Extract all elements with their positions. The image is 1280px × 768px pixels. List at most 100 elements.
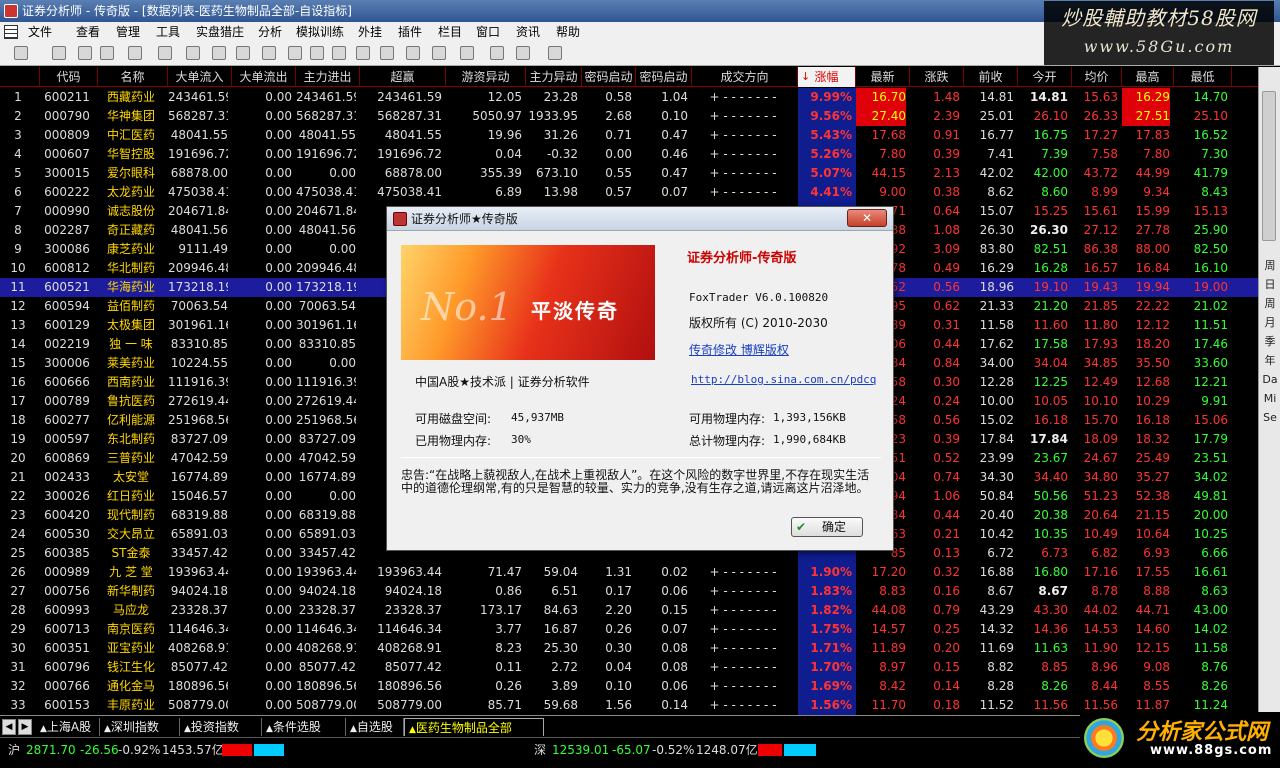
column-header[interactable]: 最新	[856, 67, 910, 87]
menu-item[interactable]: 工具	[156, 22, 180, 42]
table-row[interactable]: 27 000756 新华制药 94024.18 0.00 94024.18 94024.18…	[0, 582, 1258, 601]
sidebar-scroll-thumb[interactable]	[1262, 91, 1276, 241]
eraser-icon[interactable]	[516, 46, 530, 60]
column-header[interactable]: 最高	[1122, 67, 1174, 87]
candle-icon-2[interactable]	[380, 46, 394, 60]
sidebar-period-item[interactable]: Se	[1259, 409, 1280, 427]
power-icon[interactable]	[128, 46, 142, 60]
menu-item[interactable]: 外挂	[358, 22, 382, 42]
column-header[interactable]: 前收	[964, 67, 1018, 87]
trade-direction: + - - - - - - -	[709, 147, 777, 161]
sidebar-period-item[interactable]: 年	[1259, 352, 1280, 370]
column-header[interactable]	[0, 67, 40, 87]
menu-item[interactable]: 实盘猎庄	[196, 22, 244, 42]
sheet-tab[interactable]: ▲深圳指数	[100, 718, 180, 736]
ok-button[interactable]: ✔ 确定	[791, 517, 863, 537]
column-header[interactable]: 最低	[1174, 67, 1232, 87]
big-inflow: 23328.37	[170, 603, 228, 617]
table-row[interactable]: 26 000989 九 芝 堂 193963.44 0.00 193963.44 19396…	[0, 563, 1258, 582]
sheet-tab[interactable]: ▲自选股	[346, 718, 404, 736]
table-row[interactable]: 30 600351 亚宝药业 408268.91 0.00 408268.91 408268…	[0, 639, 1258, 658]
sidebar-period-item[interactable]: 周	[1259, 257, 1280, 275]
modifier-link[interactable]: 传奇修改 博辉版权	[689, 341, 789, 358]
sidebar-period-item[interactable]: Da	[1259, 371, 1280, 389]
table-row[interactable]: 33 600153 丰原药业 508779.00 0.00 508779.00 508779…	[0, 696, 1258, 715]
open-icon[interactable]	[14, 46, 28, 60]
table-row[interactable]: 32 000766 通化金马 180896.56 0.00 180896.56 180896…	[0, 677, 1258, 696]
blog-url-link[interactable]: http://blog.sina.com.cn/pdcq	[691, 373, 876, 386]
menu-item[interactable]: 插件	[398, 22, 422, 42]
tab-scroll-right-button[interactable]: ▶	[18, 719, 32, 735]
pen-icon[interactable]	[100, 46, 114, 60]
sheet-tab[interactable]: ▲投资指数	[180, 718, 262, 736]
sidebar-period-item[interactable]: 月	[1259, 314, 1280, 332]
text-icon[interactable]	[490, 46, 504, 60]
big-inflow: 209946.48	[168, 261, 228, 275]
menu-item[interactable]: 文件	[28, 22, 52, 42]
table-row[interactable]: 1 600211 西藏药业 243461.59 0.00 243461.59 243461.…	[0, 88, 1258, 107]
column-header[interactable]: 涨跌	[910, 67, 964, 87]
menu-item[interactable]: 栏目	[438, 22, 462, 42]
menu-item[interactable]: 资讯	[516, 22, 540, 42]
color-icon[interactable]	[236, 46, 250, 60]
table-row[interactable]: 2 000790 华神集团 568287.31 0.00 568287.31 568287.…	[0, 107, 1258, 126]
menu-item[interactable]: 管理	[116, 22, 140, 42]
sidebar-period-item[interactable]: 季	[1259, 333, 1280, 351]
column-header[interactable]: 代码	[40, 67, 98, 87]
column-header[interactable]: 密码启动	[582, 67, 636, 87]
grid-icon[interactable]	[332, 46, 346, 60]
home-icon[interactable]	[288, 46, 302, 60]
column-header[interactable]: 主力进出	[296, 67, 360, 87]
menu-grid-icon[interactable]	[4, 25, 18, 39]
app-icon[interactable]	[4, 4, 18, 18]
menu-item[interactable]: 帮助	[556, 22, 580, 42]
line-icon[interactable]	[460, 46, 474, 60]
table-row[interactable]: 31 600796 钱江生化 85077.42 0.00 85077.42 85077.42…	[0, 658, 1258, 677]
tab-scroll-left-button[interactable]: ◀	[2, 719, 16, 735]
dialog-close-button[interactable]: ✕	[847, 209, 887, 227]
compare-icon[interactable]	[158, 46, 172, 60]
column-header[interactable]: 均价	[1072, 67, 1122, 87]
stop-icon[interactable]	[212, 46, 226, 60]
menu-item[interactable]: 模拟训练	[296, 22, 344, 42]
row-index: 11	[10, 280, 26, 294]
column-header[interactable]: 大单流出	[232, 67, 296, 87]
menu-item[interactable]: 查看	[76, 22, 100, 42]
big-outflow: 0.00	[265, 128, 292, 142]
sheet-tab[interactable]: ▲条件选股	[262, 718, 346, 736]
column-header[interactable]: 成交方向	[692, 67, 798, 87]
sidebar-period-item[interactable]: 日	[1259, 276, 1280, 294]
column-header[interactable]: 超赢	[360, 67, 446, 87]
sidebar-period-item[interactable]: 周	[1259, 295, 1280, 313]
trade-direction: + - - - - - - -	[709, 128, 777, 142]
table-row[interactable]: 4 000607 华智控股 191696.72 0.00 191696.72 191696.…	[0, 145, 1258, 164]
menu-item[interactable]: 分析	[258, 22, 282, 42]
cursor-icon[interactable]	[432, 46, 446, 60]
crosshair-icon[interactable]	[78, 46, 92, 60]
column-header[interactable]: 今开	[1018, 67, 1072, 87]
prev-close: 10.42	[979, 527, 1014, 541]
sheet-tab[interactable]: ▲上海A股	[36, 718, 100, 736]
trend-icon[interactable]	[406, 46, 420, 60]
column-header[interactable]: 大单流入	[168, 67, 232, 87]
sheet-tab[interactable]: ▲医药生物制品全部	[404, 718, 544, 736]
table-row[interactable]: 28 600993 马应龙 23328.37 0.00 23328.37 23328.37 1…	[0, 601, 1258, 620]
sidebar-period-item[interactable]: Mi	[1259, 390, 1280, 408]
code-start-1: 0.58	[605, 90, 632, 104]
column-header[interactable]: 主力异动	[526, 67, 582, 87]
hot-money: 8.23	[495, 641, 522, 655]
chart-icon[interactable]	[52, 46, 66, 60]
table-row[interactable]: 5 300015 爱尔眼科 68878.00 0.00 0.00 68878.00 355.3…	[0, 164, 1258, 183]
candle-icon[interactable]	[356, 46, 370, 60]
filter-icon[interactable]	[310, 46, 324, 60]
table-row[interactable]: 29 600713 南京医药 114646.34 0.00 114646.34 114646…	[0, 620, 1258, 639]
table-row[interactable]: 6 600222 太龙药业 475038.41 0.00 475038.41 475038.…	[0, 183, 1258, 202]
column-header[interactable]: 名称	[98, 67, 168, 87]
save-icon[interactable]	[548, 46, 562, 60]
table-row[interactable]: 3 000809 中汇医药 48041.55 0.00 48041.55 48041.55 1…	[0, 126, 1258, 145]
column-header[interactable]: 密码启动	[636, 67, 692, 87]
zoom-icon[interactable]	[262, 46, 276, 60]
layout-icon[interactable]	[186, 46, 200, 60]
column-header[interactable]: 游资异动	[446, 67, 526, 87]
menu-item[interactable]: 窗口	[476, 22, 500, 42]
